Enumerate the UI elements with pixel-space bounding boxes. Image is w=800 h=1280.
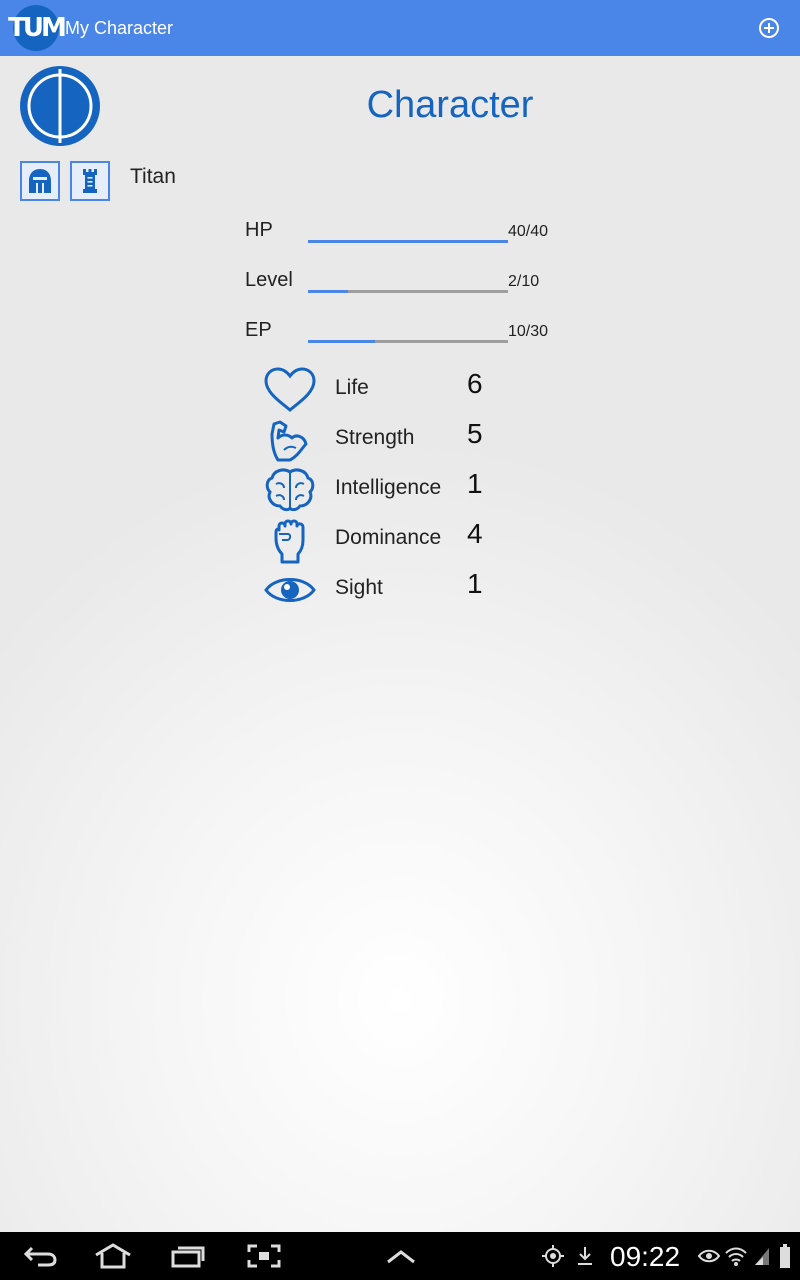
bar-value: 2/10	[508, 273, 540, 290]
attribute-row-intelligence[interactable]: Intelligence 1	[262, 466, 502, 516]
attribute-label: Intelligence	[335, 476, 442, 499]
attribute-label: Dominance	[335, 526, 442, 549]
hp-progress-bar	[308, 240, 508, 243]
home-icon	[95, 1243, 131, 1269]
attribute-label: Strength	[335, 426, 415, 449]
expand-button[interactable]	[383, 1240, 419, 1272]
page-title: Character	[366, 84, 534, 126]
ep-progress-bar	[308, 340, 508, 343]
eye-icon	[264, 578, 316, 602]
attribute-label: Life	[335, 376, 369, 399]
signal-icon	[752, 1240, 772, 1272]
attribute-value: 4	[467, 518, 483, 549]
bar-label: EP	[245, 319, 272, 341]
level-bar-row: Level 2/10	[245, 269, 575, 299]
hp-bar-row: HP 40/40	[245, 219, 575, 249]
attribute-label: Sight	[335, 576, 383, 599]
add-circle-icon	[759, 18, 779, 38]
eye-status-icon	[696, 1240, 722, 1272]
attribute-row-sight[interactable]: Sight 1	[262, 566, 502, 616]
hp-progress-fill	[308, 240, 508, 243]
fist-icon	[274, 519, 305, 564]
system-bar: 09:22	[0, 1232, 800, 1280]
attribute-row-life[interactable]: Life 6	[262, 366, 502, 416]
home-button[interactable]	[90, 1240, 136, 1272]
level-progress-bar	[308, 290, 508, 293]
ep-bar-row: EP 10/30	[245, 319, 575, 349]
attribute-value: 5	[467, 418, 483, 449]
attribute-value: 6	[467, 368, 483, 399]
battery-icon	[778, 1240, 792, 1272]
level-progress-fill	[308, 290, 348, 293]
flexed-arm-icon	[270, 420, 308, 462]
gps-icon	[540, 1240, 566, 1272]
status-time: 09:22	[610, 1241, 681, 1272]
character-avatar[interactable]	[20, 66, 100, 146]
attribute-value: 1	[467, 468, 483, 499]
download-icon	[574, 1240, 596, 1272]
app-bar: TUM My Character	[0, 0, 800, 56]
app-logo[interactable]: TUM	[8, 5, 67, 51]
app-title: My Character	[65, 18, 174, 38]
helmet-class-button[interactable]	[20, 161, 60, 201]
tower-icon	[83, 169, 97, 193]
attribute-value: 1	[467, 568, 483, 599]
bar-label: HP	[245, 219, 273, 241]
recent-apps-icon	[171, 1246, 205, 1268]
attribute-row-strength[interactable]: Strength 5	[262, 416, 502, 466]
class-name: Titan	[130, 165, 176, 188]
add-button[interactable]	[758, 17, 780, 39]
ep-progress-fill	[308, 340, 375, 343]
helmet-icon	[29, 169, 51, 193]
attribute-row-dominance[interactable]: Dominance 4	[262, 516, 502, 566]
back-icon	[23, 1246, 57, 1267]
tower-class-button[interactable]	[70, 161, 110, 201]
recent-apps-button[interactable]	[168, 1240, 208, 1272]
screenshot-icon	[247, 1244, 281, 1268]
chevron-up-icon	[387, 1250, 415, 1264]
wifi-icon	[724, 1240, 748, 1272]
heart-icon	[264, 367, 316, 412]
bar-value: 40/40	[508, 223, 549, 240]
bar-label: Level	[245, 269, 293, 291]
screenshot-button[interactable]	[246, 1240, 282, 1272]
back-button[interactable]	[20, 1240, 60, 1272]
bar-value: 10/30	[508, 323, 549, 340]
brain-icon	[265, 468, 315, 512]
